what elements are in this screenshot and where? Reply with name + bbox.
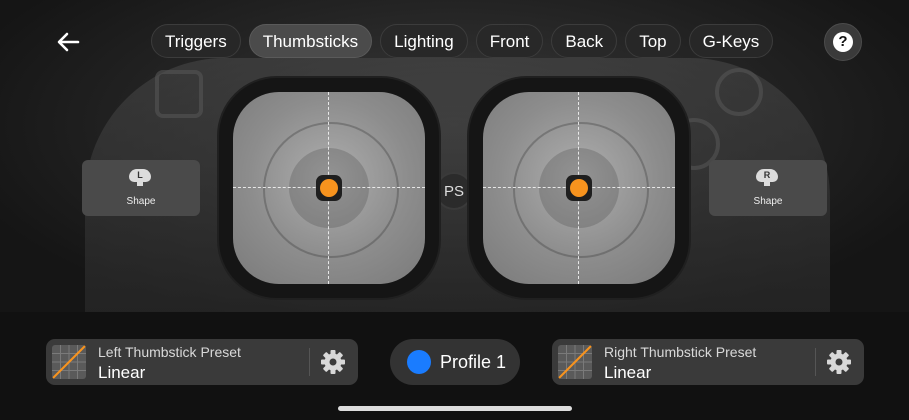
gear-icon xyxy=(321,350,345,374)
tab-front[interactable]: Front xyxy=(475,24,544,58)
left-thumbstick-pad[interactable] xyxy=(219,78,439,298)
right-preset-settings-button[interactable] xyxy=(824,347,854,377)
tab-back[interactable]: Back xyxy=(551,24,618,58)
divider xyxy=(815,348,816,376)
controller-dpad-decor xyxy=(155,70,203,118)
gear-icon xyxy=(827,350,851,374)
left-thumbstick-preset[interactable]: Left Thumbstick Preset Linear xyxy=(46,339,358,385)
tab-lighting[interactable]: Lighting xyxy=(380,24,468,58)
left-stick-position-indicator[interactable] xyxy=(316,175,342,201)
help-button[interactable]: ? xyxy=(824,23,862,61)
bottom-bar: Left Thumbstick Preset Linear Profile 1 … xyxy=(0,312,909,420)
tab-top[interactable]: Top xyxy=(625,24,681,58)
home-indicator[interactable] xyxy=(338,406,572,411)
tab-bar: Triggers Thumbsticks Lighting Front Back… xyxy=(151,24,774,58)
help-icon: ? xyxy=(833,32,853,52)
left-preset-title: Left Thumbstick Preset xyxy=(98,344,241,360)
arrow-left-icon xyxy=(57,32,80,52)
divider xyxy=(309,348,310,376)
left-preset-value: Linear xyxy=(98,363,146,382)
right-thumbstick-area[interactable] xyxy=(483,92,675,284)
playstation-logo-icon: PS xyxy=(435,172,473,210)
right-stick-position-indicator[interactable] xyxy=(566,175,592,201)
tab-thumbsticks[interactable]: Thumbsticks xyxy=(248,24,373,58)
right-shape-button[interactable]: R Shape xyxy=(709,160,827,216)
left-shape-button[interactable]: L Shape xyxy=(82,160,200,216)
right-preset-value: Linear xyxy=(604,363,652,382)
right-thumbstick-pad[interactable] xyxy=(469,78,689,298)
right-thumbstick-icon: R xyxy=(756,169,778,186)
profile-selector[interactable]: Profile 1 xyxy=(390,339,520,385)
tab-triggers[interactable]: Triggers xyxy=(151,24,241,58)
left-thumbstick-area[interactable] xyxy=(233,92,425,284)
right-thumbstick-preset[interactable]: Right Thumbstick Preset Linear xyxy=(552,339,864,385)
right-shape-label: Shape xyxy=(753,196,783,207)
profile-label: Profile 1 xyxy=(440,352,507,372)
linear-curve-icon xyxy=(558,345,592,379)
left-preset-settings-button[interactable] xyxy=(318,347,348,377)
linear-curve-icon xyxy=(52,345,86,379)
right-preset-title: Right Thumbstick Preset xyxy=(604,344,757,360)
left-thumbstick-icon: L xyxy=(129,169,151,186)
tab-g-keys[interactable]: G-Keys xyxy=(688,24,774,58)
position-dot xyxy=(570,179,588,197)
profile-color-dot xyxy=(407,350,431,374)
back-button[interactable] xyxy=(52,26,84,58)
controller-button-decor xyxy=(715,68,763,116)
position-dot xyxy=(320,179,338,197)
left-shape-label: Shape xyxy=(126,196,156,207)
